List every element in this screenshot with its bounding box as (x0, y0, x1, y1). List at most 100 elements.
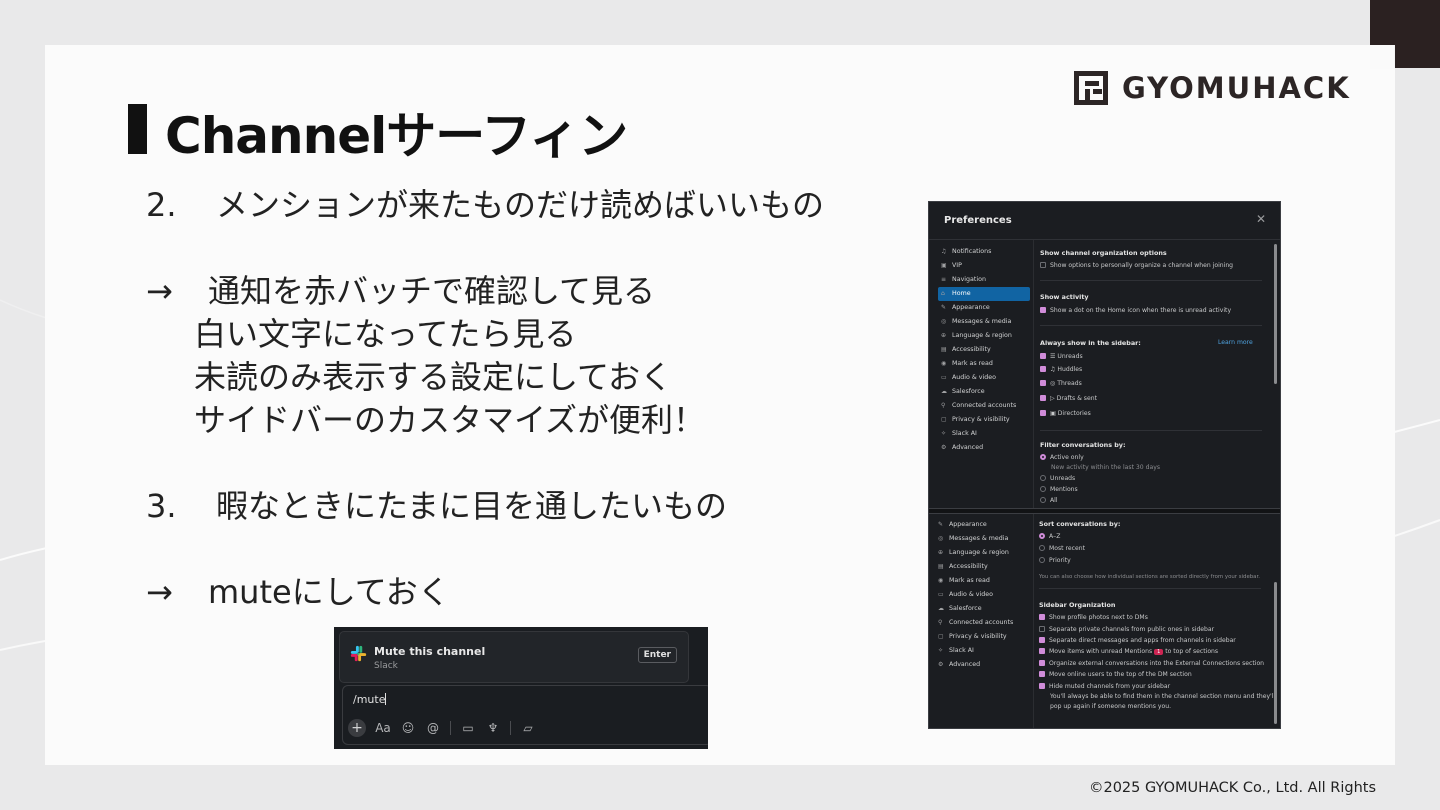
sidebar-item-accessibility[interactable]: ▤ Accessibility (935, 560, 1027, 574)
mention-icon[interactable]: @ (425, 721, 441, 735)
sidebar-org-item[interactable]: Hide muted channels from your sidebar (1039, 683, 1170, 690)
composer-text: /mute (353, 693, 386, 706)
sidebar-item-privacy-visibility[interactable]: ▢ Privacy & visibility (938, 413, 1030, 427)
always-show-directories[interactable]: ▣ Directories (1040, 410, 1091, 417)
item-2-text: メンションが来たものだけ読めばいいもの (216, 186, 825, 224)
sidebar-org-item[interactable]: Separate direct messages and apps from c… (1039, 637, 1236, 644)
sidebar-item-appearance[interactable]: ✎ Appearance (938, 301, 1030, 315)
show-activity-option[interactable]: Show a dot on the Home icon when there i… (1040, 307, 1231, 314)
always-show-unreads[interactable]: ☰ Unreads (1040, 353, 1083, 360)
checkbox-checked[interactable] (1039, 660, 1045, 666)
sidebar-org-item[interactable]: Organize external conversations into the… (1039, 660, 1264, 667)
checkbox-checked[interactable] (1040, 366, 1046, 372)
sidebar-item-label: Salesforce (952, 388, 985, 395)
always-show-drafts[interactable]: ▷ Drafts & sent (1040, 395, 1097, 402)
sidebar-item-privacy-visibility[interactable]: ▢ Privacy & visibility (935, 630, 1027, 644)
sidebar-org-label: Move online users to the top of the DM s… (1049, 671, 1192, 678)
sidebar-item-connected-accounts[interactable]: ⚲ Connected accounts (935, 616, 1027, 630)
learn-more-link[interactable]: Learn more (1218, 339, 1253, 346)
sidebar-item-salesforce[interactable]: ☁ Salesforce (938, 385, 1030, 399)
radio-unselected[interactable] (1040, 475, 1046, 481)
checkbox-checked[interactable] (1039, 671, 1045, 677)
checkbox-unchecked[interactable] (1040, 262, 1046, 268)
sidebar-item-messages-media[interactable]: ◎ Messages & media (938, 315, 1030, 329)
checkbox-checked[interactable] (1039, 683, 1045, 689)
radio-selected[interactable] (1040, 454, 1046, 460)
globe-icon: ⊕ (941, 332, 947, 339)
enter-key-hint[interactable]: Enter (637, 647, 677, 663)
emoji-icon[interactable]: ☺ (400, 721, 416, 735)
sidebar-item-navigation[interactable]: ≡ Navigation (938, 273, 1030, 287)
sidebar-item-language-region[interactable]: ⊕ Language & region (935, 546, 1027, 560)
checkbox-checked[interactable] (1040, 395, 1046, 401)
checkbox-checked[interactable] (1039, 614, 1045, 620)
sidebar-item-appearance[interactable]: ✎ Appearance (935, 518, 1027, 532)
always-show-huddles[interactable]: ♫ Huddles (1040, 366, 1082, 373)
format-icon[interactable]: Aa (375, 721, 391, 735)
radio-unselected[interactable] (1039, 557, 1045, 563)
sidebar-org-item[interactable]: Show profile photos next to DMs (1039, 614, 1148, 621)
always-show-threads[interactable]: ◎ Threads (1040, 380, 1082, 387)
sidebar-item-notifications[interactable]: ♫ Notifications (938, 245, 1030, 259)
radio-unselected[interactable] (1040, 497, 1046, 503)
message-composer[interactable]: /mute + Aa ☺ @ ▭ ♆ ▱ (342, 685, 708, 745)
sidebar-org-item[interactable]: Move online users to the top of the DM s… (1039, 671, 1192, 678)
brush-icon: ✎ (938, 521, 944, 528)
sidebar-org-item[interactable]: Separate private channels from public on… (1039, 626, 1214, 633)
sidebar-item-vip[interactable]: ▣ VIP (938, 259, 1030, 273)
radio-unselected[interactable] (1039, 545, 1045, 551)
channel-org-option[interactable]: Show options to personally organize a ch… (1040, 262, 1233, 269)
scrollbar-bottom[interactable] (1274, 582, 1277, 724)
sidebar-item-advanced[interactable]: ⚙ Advanced (938, 441, 1030, 455)
scrollbar-top[interactable] (1274, 244, 1277, 384)
plus-icon[interactable]: + (348, 719, 366, 737)
sort-priority[interactable]: Priority (1039, 557, 1071, 564)
video-icon[interactable]: ▭ (460, 721, 476, 735)
close-icon[interactable]: ✕ (1256, 212, 1266, 226)
toolbar-separator (450, 721, 451, 735)
sidebar-org-item[interactable]: Move items with unread Mentions 1 to top… (1039, 648, 1218, 655)
sidebar-item-language-region[interactable]: ⊕ Language & region (938, 329, 1030, 343)
sidebar-item-mark-as-read[interactable]: ◉ Mark as read (938, 357, 1030, 371)
item-3-line: 3. 暇なときにたまに目を通したいもの (146, 485, 727, 528)
checkbox-checked[interactable] (1040, 380, 1046, 386)
sidebar-item-audio-video[interactable]: ▭ Audio & video (938, 371, 1030, 385)
sidebar-item-salesforce[interactable]: ☁ Salesforce (935, 602, 1027, 616)
filter-all[interactable]: All (1040, 497, 1058, 504)
mic-icon[interactable]: ♆ (485, 721, 501, 735)
sidebar-item-label: Messages & media (952, 318, 1012, 325)
filter-active-only[interactable]: Active only (1040, 454, 1084, 461)
checkbox-checked[interactable] (1040, 353, 1046, 359)
filter-unreads[interactable]: Unreads (1040, 475, 1075, 482)
filter-mentions[interactable]: Mentions (1040, 486, 1078, 493)
sidebar-item-audio-video[interactable]: ▭ Audio & video (935, 588, 1027, 602)
sidebar-org-label: Separate private channels from public on… (1049, 626, 1215, 633)
sort-recent[interactable]: Most recent (1039, 545, 1085, 552)
checkbox-checked[interactable] (1040, 307, 1046, 313)
sidebar-item-slack-ai[interactable]: ✧ Slack AI (935, 644, 1027, 658)
sort-option-label: A–Z (1049, 533, 1061, 540)
checkbox-checked[interactable] (1039, 648, 1045, 654)
sidebar-item-connected-accounts[interactable]: ⚲ Connected accounts (938, 399, 1030, 413)
sidebar-org-label: Organize external conversations into the… (1049, 660, 1265, 667)
sidebar-item-label: Advanced (952, 444, 984, 451)
checkbox-unchecked[interactable] (1039, 626, 1045, 632)
radio-selected[interactable] (1039, 533, 1045, 539)
composer-input[interactable]: /mute (353, 693, 387, 706)
sparkle-icon: ✧ (941, 430, 947, 437)
sidebar-item-slack-ai[interactable]: ✧ Slack AI (938, 427, 1030, 441)
sidebar-item-home[interactable]: ⌂ Home (938, 287, 1030, 301)
checkbox-checked[interactable] (1039, 637, 1045, 643)
shortcut-icon[interactable]: ▱ (520, 721, 536, 735)
checkbox-checked[interactable] (1040, 410, 1046, 416)
sort-az[interactable]: A–Z (1039, 533, 1060, 540)
sidebar-item-label: Slack AI (949, 647, 974, 654)
sidebar-item-messages-media[interactable]: ◎ Messages & media (935, 532, 1027, 546)
slash-command-suggestion[interactable]: Mute this channel Slack Enter (339, 631, 689, 683)
sidebar-item-label: Connected accounts (949, 619, 1014, 626)
item-2-sub-1: 通知を赤バッチで確認して見る (208, 272, 656, 310)
sidebar-item-advanced[interactable]: ⚙ Advanced (935, 658, 1027, 672)
sidebar-item-mark-as-read[interactable]: ◉ Mark as read (935, 574, 1027, 588)
radio-unselected[interactable] (1040, 486, 1046, 492)
sidebar-item-accessibility[interactable]: ▤ Accessibility (938, 343, 1030, 357)
